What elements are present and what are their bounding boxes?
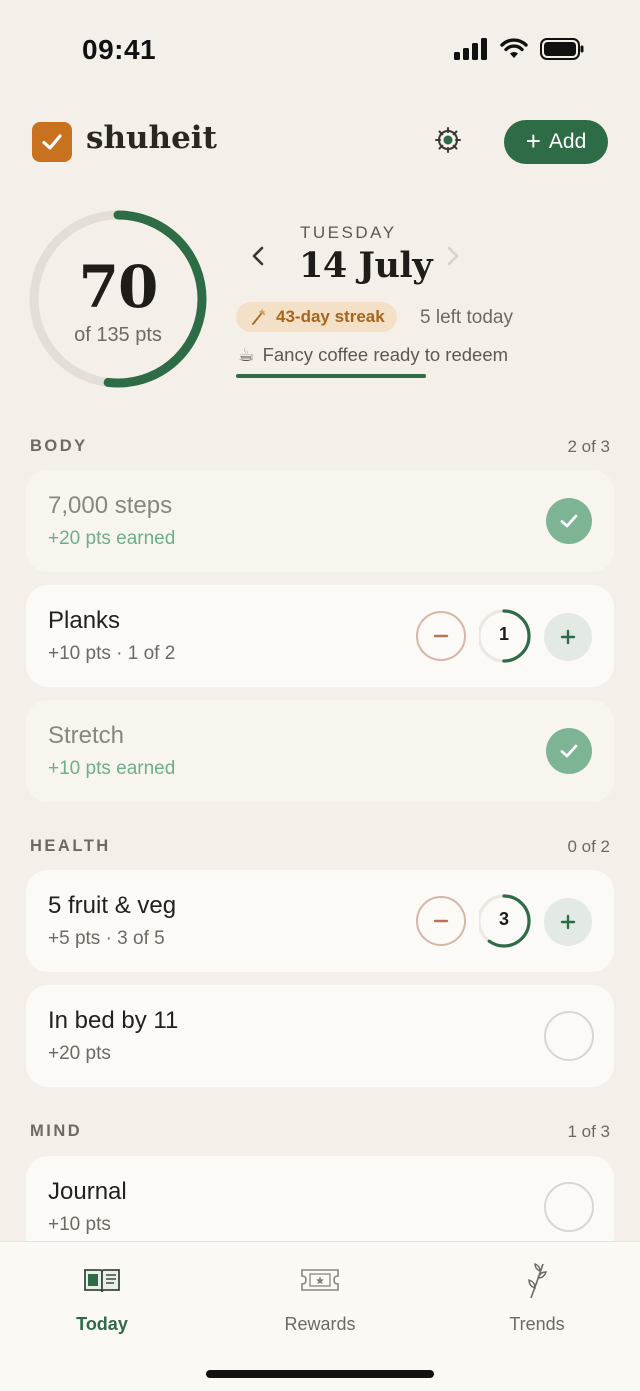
habit-title: Journal bbox=[48, 1178, 127, 1205]
habit-points: +5 pts · 3 of 5 bbox=[48, 928, 165, 949]
habit-card-stretch[interactable]: Stretch +10 pts earned bbox=[26, 700, 614, 802]
habit-points: +20 pts bbox=[48, 1043, 111, 1064]
streak-text: 43-day streak bbox=[276, 307, 385, 326]
habit-card-steps[interactable]: 7,000 steps +20 pts earned bbox=[26, 470, 614, 572]
points-progress-ring: 70 of 135 pts bbox=[26, 207, 210, 391]
signal-icon bbox=[454, 38, 487, 60]
habit-title: In bed by 11 bbox=[48, 1007, 179, 1034]
coffee-icon: ☕ bbox=[238, 344, 255, 365]
plus-icon bbox=[560, 914, 576, 930]
sprout-icon bbox=[528, 1262, 547, 1299]
habit-card-fruit-veg[interactable]: 5 fruit & veg +5 pts · 3 of 5 3 bbox=[26, 870, 614, 972]
ticket-icon bbox=[301, 1269, 339, 1291]
section-count: 0 of 2 bbox=[567, 837, 610, 856]
gear-icon bbox=[435, 127, 461, 153]
day-name: TUESDAY bbox=[300, 223, 397, 242]
count-value: 3 bbox=[498, 909, 509, 929]
tab-label: Rewards bbox=[284, 1314, 356, 1334]
tab-trends[interactable]: Trends bbox=[457, 1242, 617, 1352]
habit-title: 5 fruit & veg bbox=[48, 892, 177, 919]
checkmark-icon bbox=[560, 744, 578, 758]
habit-title: Planks bbox=[48, 607, 121, 634]
redeem-link[interactable]: ☕ Fancy coffee ready to redeem bbox=[238, 344, 508, 366]
date-title: 14 July bbox=[299, 245, 433, 286]
section-header-health: HEALTH 0 of 2 bbox=[30, 837, 610, 859]
section-count: 2 of 3 bbox=[567, 437, 610, 456]
app-brand: shuheit bbox=[86, 120, 217, 156]
book-icon bbox=[84, 1269, 120, 1293]
next-day-button[interactable] bbox=[441, 241, 465, 271]
redeem-underline bbox=[236, 374, 426, 378]
check-logo-icon bbox=[42, 134, 62, 150]
tab-bar: Today Rewards Trends bbox=[0, 1241, 640, 1391]
completed-check-button[interactable] bbox=[546, 728, 592, 774]
previous-day-button[interactable] bbox=[246, 241, 270, 271]
minus-icon bbox=[433, 919, 449, 923]
completed-check-button[interactable] bbox=[546, 498, 592, 544]
incomplete-check-button[interactable] bbox=[544, 1011, 594, 1061]
habit-points: +10 pts bbox=[48, 1214, 111, 1235]
checkmark-icon bbox=[560, 514, 578, 528]
decrement-button[interactable] bbox=[416, 611, 466, 661]
habit-title: Stretch bbox=[48, 722, 125, 749]
redeem-text: Fancy coffee ready to redeem bbox=[262, 344, 509, 365]
section-header-mind: MIND 1 of 3 bbox=[30, 1122, 610, 1144]
chevron-left-icon bbox=[252, 246, 264, 266]
habit-points: +10 pts earned bbox=[48, 758, 176, 779]
section-count: 1 of 3 bbox=[567, 1122, 610, 1141]
incomplete-check-button[interactable] bbox=[544, 1182, 594, 1232]
habit-card-bedtime[interactable]: In bed by 11 +20 pts bbox=[26, 985, 614, 1087]
habit-stepper: 3 bbox=[416, 894, 592, 948]
count-value: 1 bbox=[498, 624, 509, 644]
habit-points: +20 pts earned bbox=[48, 528, 176, 549]
app-header: shuheit + Add bbox=[0, 118, 640, 166]
wifi-icon bbox=[500, 38, 528, 58]
plus-icon: + bbox=[525, 126, 541, 156]
habit-title: 7,000 steps bbox=[48, 492, 173, 519]
plus-icon bbox=[560, 629, 576, 645]
battery-icon bbox=[540, 38, 584, 60]
habit-stepper: 1 bbox=[416, 609, 592, 663]
minus-icon bbox=[433, 634, 449, 638]
add-button-label: Add bbox=[548, 130, 587, 153]
count-progress-ring: 3 bbox=[476, 894, 532, 948]
tab-label: Today bbox=[76, 1314, 128, 1334]
tab-today[interactable]: Today bbox=[22, 1242, 182, 1352]
tab-rewards[interactable]: Rewards bbox=[240, 1242, 400, 1352]
chevron-right-icon bbox=[447, 246, 459, 266]
points-total: of 135 pts bbox=[74, 324, 162, 346]
section-title: BODY bbox=[30, 437, 88, 455]
status-time: 09:41 bbox=[82, 34, 157, 65]
points-score: 70 bbox=[78, 253, 159, 321]
increment-button[interactable] bbox=[544, 613, 592, 661]
streak-badge: 43-day streak bbox=[236, 302, 397, 332]
status-bar: 09:41 bbox=[0, 0, 640, 100]
count-progress-ring: 1 bbox=[476, 609, 532, 663]
section-title: MIND bbox=[30, 1122, 83, 1140]
section-header-body: BODY 2 of 3 bbox=[30, 437, 610, 459]
increment-button[interactable] bbox=[544, 898, 592, 946]
section-title: HEALTH bbox=[30, 837, 111, 855]
decrement-button[interactable] bbox=[416, 896, 466, 946]
habit-points: +10 pts · 1 of 2 bbox=[48, 643, 176, 664]
home-indicator bbox=[206, 1370, 434, 1378]
settings-button[interactable] bbox=[432, 124, 464, 156]
tab-label: Trends bbox=[509, 1314, 565, 1334]
status-icons bbox=[454, 38, 584, 60]
logo bbox=[32, 122, 72, 162]
sparkler-icon bbox=[252, 309, 266, 325]
add-button[interactable]: + Add bbox=[504, 120, 608, 164]
habit-card-planks[interactable]: Planks +10 pts · 1 of 2 1 bbox=[26, 585, 614, 687]
left-today: 5 left today bbox=[420, 307, 513, 328]
